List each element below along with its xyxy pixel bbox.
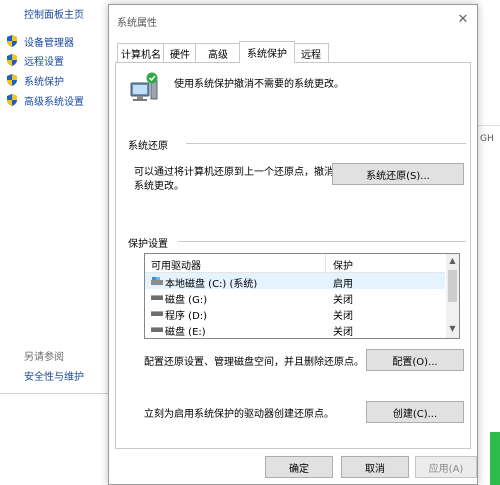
sidebar-item-label: 远程设置 bbox=[24, 56, 64, 68]
drive-row-g[interactable]: 磁盘 (G:) 关闭 bbox=[145, 289, 445, 306]
drive-row-e[interactable]: 磁盘 (E:) 关闭 bbox=[145, 321, 445, 338]
system-properties-dialog: 系统属性 ✕ 计算机名 硬件 高级 系统保护 远程 使用系统保护撤消不需要的系统… bbox=[108, 4, 478, 485]
uac-shield-icon bbox=[7, 94, 17, 106]
drive-icon bbox=[151, 311, 163, 316]
clipped-text: GH bbox=[480, 134, 494, 144]
close-icon: ✕ bbox=[457, 11, 469, 27]
computer-shield-icon bbox=[130, 72, 158, 101]
tab-remote[interactable]: 远程 bbox=[293, 43, 329, 62]
column-header-protection[interactable]: 保护 bbox=[333, 257, 353, 272]
right-divider bbox=[478, 125, 500, 126]
sidebar-item-label: 设备管理器 bbox=[24, 37, 74, 49]
dialog-title: 系统属性 bbox=[117, 18, 157, 29]
dialog-titlebar[interactable]: 系统属性 ✕ bbox=[109, 5, 477, 35]
system-restore-button[interactable]: 系统还原(S)... bbox=[332, 163, 464, 185]
tab-advanced[interactable]: 高级 bbox=[195, 43, 241, 62]
control-panel-right-edge bbox=[478, 0, 500, 485]
tab-hardware[interactable]: 硬件 bbox=[163, 43, 197, 62]
control-panel-home-link[interactable]: 控制面板主页 bbox=[24, 6, 84, 21]
sidebar-divider bbox=[0, 393, 108, 394]
uac-shield-icon bbox=[7, 54, 17, 66]
system-protection-panel: 使用系统保护撤消不需要的系统更改。 系统还原 可以通过将计算机还原到上一个还原点… bbox=[115, 63, 471, 449]
sidebar-item-advanced-settings[interactable]: 高级系统设置 bbox=[6, 92, 84, 108]
drive-name: 本地磁盘 (C:) (系统) bbox=[165, 279, 258, 290]
drive-list-header: 可用驱动器 保护 bbox=[145, 254, 445, 273]
uac-shield-icon bbox=[7, 35, 17, 47]
column-header-drives[interactable]: 可用驱动器 bbox=[151, 257, 201, 272]
drive-name: 磁盘 (G:) bbox=[165, 295, 208, 306]
drive-protection-status: 关闭 bbox=[333, 327, 353, 338]
create-description: 立刻为启用系统保护的驱动器创建还原点。 bbox=[144, 409, 334, 420]
system-restore-heading: 系统还原 bbox=[128, 137, 174, 152]
scroll-thumb[interactable] bbox=[448, 270, 457, 302]
sidebar-item-label: 系统保护 bbox=[24, 76, 64, 88]
scroll-down-icon[interactable]: ▼ bbox=[446, 324, 459, 336]
cancel-button[interactable]: 取消 bbox=[341, 456, 409, 478]
tab-computer-name[interactable]: 计算机名 bbox=[117, 43, 165, 62]
ok-button[interactable]: 确定 bbox=[265, 456, 333, 478]
create-button[interactable]: 创建(C)... bbox=[366, 401, 464, 423]
drive-list-scrollbar[interactable]: ▲ ▼ bbox=[446, 254, 459, 338]
drive-row-d[interactable]: 程序 (D:) 关闭 bbox=[145, 305, 445, 322]
drive-protection-status: 启用 bbox=[333, 279, 353, 290]
configure-description: 配置还原设置、管理磁盘空间，并且删除还原点。 bbox=[144, 357, 364, 368]
drive-protection-status: 关闭 bbox=[333, 311, 353, 322]
sidebar-item-remote-settings[interactable]: 远程设置 bbox=[6, 52, 64, 68]
see-also-heading: 另请参阅 bbox=[24, 352, 64, 363]
security-maintenance-link[interactable]: 安全性与维护 bbox=[24, 368, 84, 383]
drive-name: 磁盘 (E:) bbox=[165, 327, 206, 338]
drive-icon bbox=[151, 295, 163, 300]
sidebar-item-system-protection[interactable]: 系统保护 bbox=[6, 72, 64, 88]
green-button-edge[interactable] bbox=[490, 432, 500, 485]
uac-shield-icon bbox=[7, 74, 17, 86]
protection-settings-heading: 保护设置 bbox=[128, 235, 174, 250]
drive-list[interactable]: 可用驱动器 保护 本地磁盘 (C:) (系统) 启用 磁盘 (G:) 关闭 程序… bbox=[144, 253, 460, 339]
close-button[interactable]: ✕ bbox=[453, 10, 473, 28]
protection-settings-divider bbox=[178, 241, 466, 242]
system-restore-description: 可以通过将计算机还原到上一个还原点，撤消系统更改。 bbox=[134, 167, 334, 192]
sidebar-item-device-manager[interactable]: 设备管理器 bbox=[6, 33, 74, 49]
system-restore-divider bbox=[186, 143, 466, 144]
tab-system-protection[interactable]: 系统保护 bbox=[239, 41, 295, 63]
column-separator[interactable] bbox=[325, 254, 326, 272]
drive-name: 程序 (D:) bbox=[165, 311, 208, 322]
apply-button[interactable]: 应用(A) bbox=[415, 456, 477, 478]
scroll-up-icon[interactable]: ▲ bbox=[446, 256, 459, 268]
drive-icon bbox=[151, 327, 163, 332]
intro-text: 使用系统保护撤消不需要的系统更改。 bbox=[174, 79, 344, 90]
control-panel-sidebar: 控制面板主页 设备管理器 远程设置 系统保护 高级系统设置 另请参阅 安全性与维… bbox=[0, 0, 108, 485]
configure-button[interactable]: 配置(O)... bbox=[366, 349, 464, 371]
sidebar-item-label: 高级系统设置 bbox=[24, 96, 84, 108]
system-drive-icon bbox=[151, 277, 163, 285]
drive-row-c[interactable]: 本地磁盘 (C:) (系统) 启用 bbox=[145, 273, 445, 290]
drive-protection-status: 关闭 bbox=[333, 295, 353, 306]
